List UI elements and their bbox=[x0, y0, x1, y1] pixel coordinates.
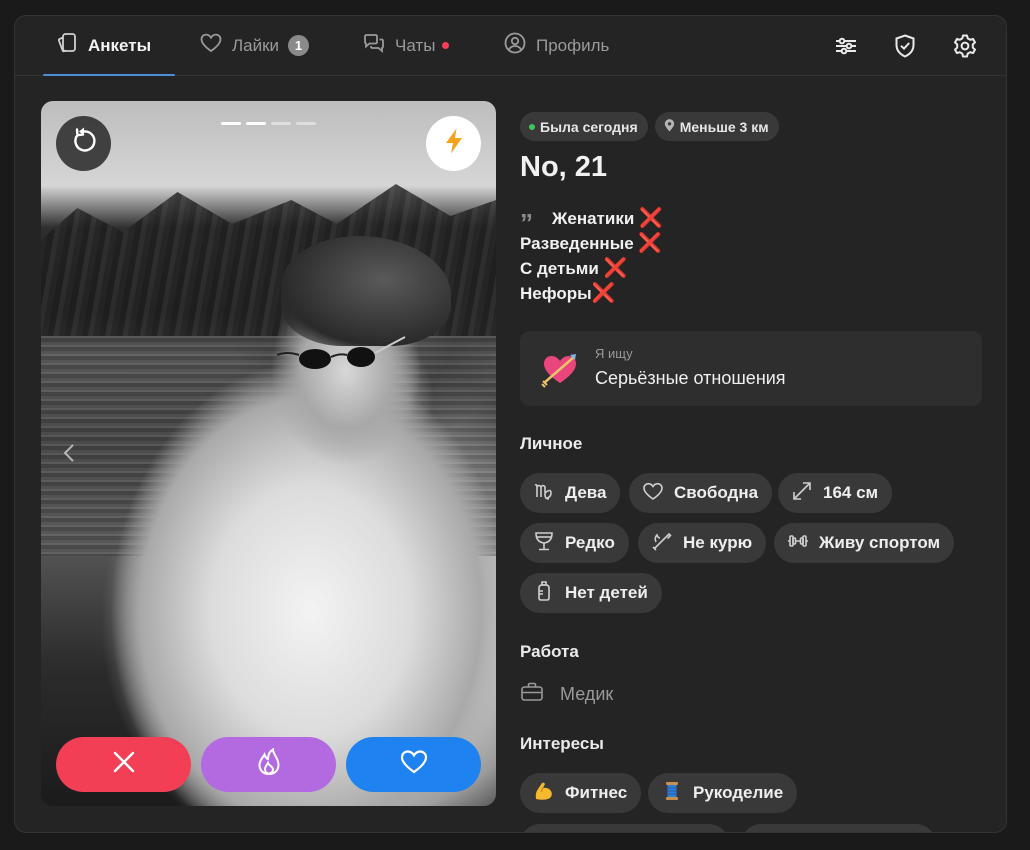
chip-label: 164 см bbox=[823, 483, 879, 502]
tab-chats[interactable]: Чаты bbox=[362, 16, 450, 75]
online-status-chip: Была сегодня bbox=[520, 112, 648, 141]
undo-icon bbox=[69, 126, 99, 161]
chip-label: Рукоделие bbox=[693, 783, 784, 802]
profile-name: No, 21 bbox=[520, 151, 608, 183]
bio-line-text: С детьми bbox=[520, 259, 599, 278]
red-x-icon: ❌ bbox=[638, 233, 663, 254]
profile-photo[interactable] bbox=[41, 101, 496, 806]
close-icon bbox=[112, 750, 136, 779]
wine-glass-icon bbox=[533, 530, 555, 557]
chip-label: Свободна bbox=[674, 483, 759, 502]
chip-label: Фитнес bbox=[565, 783, 628, 802]
bio-line: Разведенные ❌ bbox=[520, 231, 663, 256]
chip-interest: Рукоделие bbox=[648, 773, 798, 813]
chip-interest-partial bbox=[520, 824, 729, 832]
baby-bottle-icon bbox=[533, 580, 555, 607]
bio-line: С детьми ❌ bbox=[520, 256, 663, 281]
height-icon bbox=[791, 480, 813, 507]
quote-icon: ” bbox=[520, 208, 533, 238]
photo-progress-segment bbox=[221, 122, 241, 125]
status-chips: Была сегодня Меньше 3 км bbox=[520, 112, 779, 141]
red-x-icon: ❌ bbox=[639, 208, 663, 229]
online-dot bbox=[529, 123, 535, 130]
distance-text: Меньше 3 км bbox=[679, 118, 769, 135]
cards-icon bbox=[55, 31, 79, 60]
red-x-icon: ❌ bbox=[603, 258, 628, 279]
chip-alcohol: Редко bbox=[520, 523, 629, 563]
photo-progress bbox=[221, 122, 316, 125]
bio-line-text: Разведенные bbox=[520, 234, 634, 253]
section-title-personal: Личное bbox=[520, 434, 583, 453]
looking-for-card: Я ищу Серьёзные отношения bbox=[520, 331, 982, 406]
superlike-button[interactable] bbox=[201, 737, 336, 792]
chip-label: Дева bbox=[565, 483, 607, 502]
red-x-icon: ❌ bbox=[591, 283, 616, 304]
no-smoking-icon bbox=[651, 530, 673, 557]
tab-label: Лайки bbox=[232, 35, 280, 55]
chip-relationship: Свободна bbox=[629, 473, 773, 513]
tab-likes[interactable]: Лайки 1 bbox=[199, 16, 310, 75]
swipe-actions bbox=[56, 737, 481, 792]
boost-button[interactable] bbox=[426, 116, 481, 171]
heart-icon bbox=[199, 31, 223, 60]
chip-label: Живу спортом bbox=[819, 533, 941, 552]
distance-chip: Меньше 3 км bbox=[654, 112, 779, 141]
heart-with-arrow-icon bbox=[540, 349, 580, 389]
chip-height: 164 см bbox=[778, 473, 893, 513]
chip-label: Редко bbox=[565, 533, 615, 552]
photo-progress-segment bbox=[296, 122, 316, 125]
photo-progress-segment bbox=[271, 122, 291, 125]
bio-line: Нефоры❌ bbox=[520, 281, 663, 306]
chat-icon bbox=[362, 31, 386, 60]
flexed-biceps-icon bbox=[533, 780, 555, 807]
section-title-work: Работа bbox=[520, 642, 579, 661]
profile-bio: ” Женатики ❌ Разведенные ❌ С детьми ❌ Неф… bbox=[520, 206, 663, 306]
heart-outline-icon bbox=[642, 480, 664, 507]
chip-children: Нет детей bbox=[520, 573, 662, 613]
online-status-text: Была сегодня bbox=[540, 118, 638, 135]
flame-icon bbox=[254, 747, 284, 782]
profile-info: Была сегодня Меньше 3 км No, 21 ” Женатик… bbox=[520, 16, 985, 832]
app-window: Анкеты Лайки 1 Чаты Профиль Была сегодня… bbox=[14, 15, 1007, 833]
bio-line-text: Женатики bbox=[552, 209, 635, 228]
photo-sunglasses bbox=[277, 336, 406, 369]
chevron-left-icon[interactable] bbox=[61, 441, 77, 465]
likes-count-badge: 1 bbox=[288, 35, 310, 56]
work-row: Медик bbox=[520, 681, 613, 708]
dumbbell-icon bbox=[787, 530, 809, 557]
section-title-interests: Интересы bbox=[520, 734, 604, 753]
chip-interest: Фитнес bbox=[520, 773, 642, 813]
heart-icon bbox=[399, 747, 429, 782]
bio-line-text: Нефоры bbox=[520, 284, 592, 303]
dislike-button[interactable] bbox=[56, 737, 191, 792]
unread-dot bbox=[442, 42, 450, 49]
looking-for-value: Серьёзные отношения bbox=[595, 368, 786, 388]
tab-label: Чаты bbox=[395, 35, 436, 55]
photo-progress-segment bbox=[246, 122, 266, 125]
looking-for-label: Я ищу bbox=[595, 346, 633, 361]
location-pin-icon bbox=[664, 118, 675, 135]
bio-line: ” Женатики ❌ bbox=[520, 206, 663, 238]
work-value: Медик bbox=[560, 684, 614, 704]
chip-interest-partial bbox=[741, 824, 936, 832]
chip-sport: Живу спортом bbox=[774, 523, 955, 563]
tab-ankety[interactable]: Анкеты bbox=[42, 16, 176, 76]
chip-zodiac: Дева bbox=[520, 473, 621, 513]
undo-button[interactable] bbox=[56, 116, 111, 171]
thread-spool-icon bbox=[661, 780, 683, 807]
chip-label: Нет детей bbox=[565, 583, 648, 602]
briefcase-icon bbox=[520, 681, 544, 708]
like-button[interactable] bbox=[346, 737, 481, 792]
chip-label: Не курю bbox=[683, 533, 753, 552]
lightning-icon bbox=[440, 127, 468, 160]
tab-label: Анкеты bbox=[88, 35, 152, 55]
chip-smoking: Не курю bbox=[638, 523, 767, 563]
virgo-icon bbox=[533, 480, 555, 507]
